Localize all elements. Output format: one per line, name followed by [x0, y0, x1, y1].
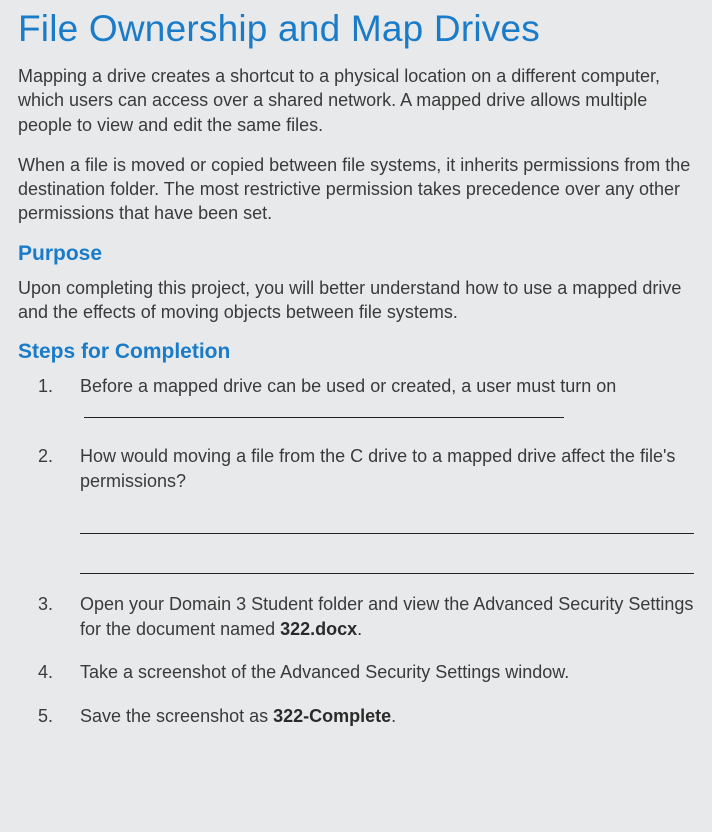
- step-5: Save the screenshot as 322-Complete.: [62, 704, 694, 729]
- intro-paragraph-2: When a file is moved or copied between f…: [18, 153, 694, 226]
- step-3: Open your Domain 3 Student folder and vi…: [62, 592, 694, 642]
- page-title: File Ownership and Map Drives: [18, 8, 694, 50]
- steps-list: Before a mapped drive can be used or cre…: [18, 374, 694, 728]
- intro-paragraph-1: Mapping a drive creates a shortcut to a …: [18, 64, 694, 137]
- step-5-text-c: .: [391, 706, 396, 726]
- step-4: Take a screenshot of the Advanced Securi…: [62, 660, 694, 685]
- answer-line-2: [80, 552, 694, 574]
- step-1-text: Before a mapped drive can be used or cre…: [80, 376, 616, 396]
- purpose-text: Upon completing this project, you will b…: [18, 276, 694, 325]
- step-5-text-a: Save the screenshot as: [80, 706, 273, 726]
- step-1: Before a mapped drive can be used or cre…: [62, 374, 694, 425]
- step-5-filename: 322-Complete: [273, 706, 391, 726]
- step-2: How would moving a file from the C drive…: [62, 444, 694, 574]
- answer-line-1: [80, 512, 694, 534]
- step-3-text-c: .: [357, 619, 362, 639]
- purpose-heading: Purpose: [18, 242, 694, 266]
- step-4-text: Take a screenshot of the Advanced Securi…: [80, 662, 569, 682]
- steps-heading: Steps for Completion: [18, 340, 694, 364]
- fill-blank-line: [84, 400, 564, 419]
- step-3-text-a: Open your Domain 3 Student folder and vi…: [80, 594, 693, 639]
- step-3-filename: 322.docx: [280, 619, 357, 639]
- step-2-text: How would moving a file from the C drive…: [80, 446, 675, 491]
